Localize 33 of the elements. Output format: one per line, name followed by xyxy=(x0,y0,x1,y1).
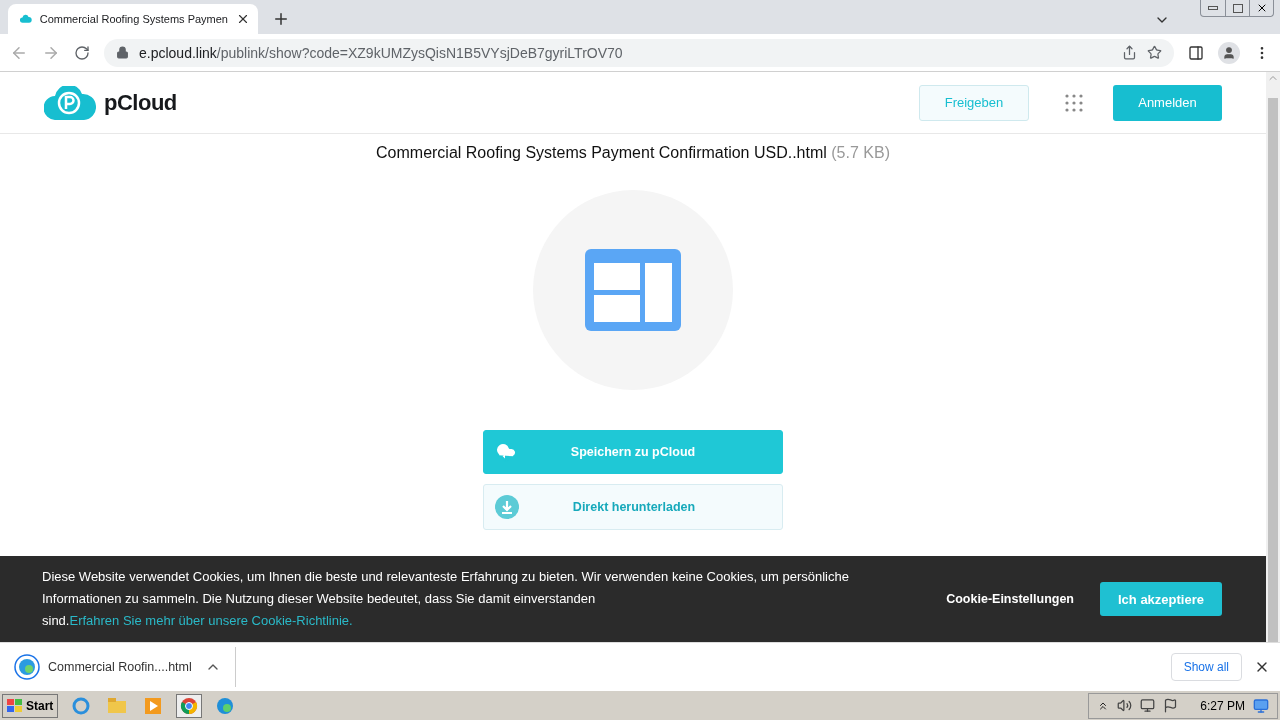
cookie-policy-link[interactable]: Erfahren Sie mehr über unsere Cookie-Richtlinie. xyxy=(69,613,353,628)
clock: 6:27 PM xyxy=(1200,698,1245,713)
new-tab-icon[interactable] xyxy=(272,10,290,28)
cookie-notice-text: Diese Website verwendet Cookies, um Ihnen die beste und relevanteste Erfahrung zu bieten. Wir verwenden keine Cookies, um persönliche Informationen zu sammeln. Die Nutzung dieser Website bedeutet, dass Sie damit einverstanden sind.Erfahren Sie mehr über unsere Cookie-Richtlinie. xyxy=(42,568,850,630)
download-icon xyxy=(494,494,520,520)
network-icon[interactable] xyxy=(1140,698,1156,713)
star-icon[interactable] xyxy=(1147,45,1162,60)
lock-icon xyxy=(116,46,129,59)
start-button[interactable]: Start xyxy=(2,693,59,718)
address-bar[interactable]: e.pcloud.link/publink/show?code=XZ9kUMZysQisN1B5VYsjDeB7gyriLTrOV70 xyxy=(104,38,1174,67)
logo-text: pCloud xyxy=(104,89,177,116)
share-icon[interactable] xyxy=(1122,45,1137,60)
volume-icon[interactable] xyxy=(1117,698,1133,713)
download-item[interactable]: Commercial Roofin....html xyxy=(14,646,236,687)
apps-grid-icon[interactable] xyxy=(1065,93,1083,112)
side-panel-icon[interactable] xyxy=(1188,44,1204,61)
browser-tab[interactable]: Commercial Roofing Systems Paymen xyxy=(8,4,258,34)
tab-title: Commercial Roofing Systems Paymen xyxy=(39,13,228,25)
close-icon[interactable] xyxy=(236,12,250,26)
desktop-icon[interactable] xyxy=(1253,697,1269,714)
profile-icon[interactable] xyxy=(1218,41,1240,64)
cookie-settings-button[interactable]: Cookie-Einstellungen xyxy=(940,591,1080,607)
url-text: e.pcloud.link/publink/show?code=XZ9kUMZysQisN1B5VYsjDeB7gyriLTrOV70 xyxy=(139,44,623,61)
layout-file-icon xyxy=(585,249,681,331)
windows-flag-icon xyxy=(7,698,23,713)
show-all-button[interactable]: Show all xyxy=(1170,652,1242,681)
flag-icon[interactable] xyxy=(1163,698,1179,713)
chrome-icon[interactable] xyxy=(176,693,203,718)
reload-icon[interactable] xyxy=(74,44,90,61)
file-title: Commercial Roofing Systems Payment Confirmation USD..html (5.7 KB) xyxy=(375,144,891,162)
cloud-logo-icon xyxy=(44,85,96,120)
cloud-favicon-icon xyxy=(20,13,32,25)
download-file-name: Commercial Roofin....html xyxy=(48,659,193,674)
